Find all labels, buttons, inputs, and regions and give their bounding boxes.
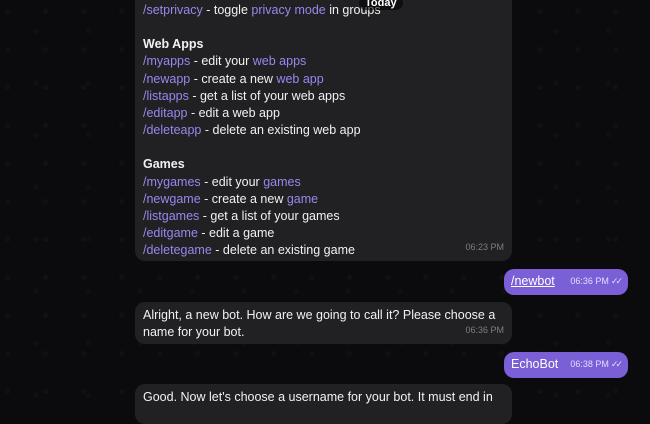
command-line: /newgame - create a new game (143, 191, 502, 208)
section-title-web-apps: Web Apps (143, 37, 204, 52)
message-text: EchoBot (511, 357, 559, 371)
command-link[interactable]: /editgame (143, 226, 198, 240)
message-time-group: 06:38 PM ✓✓ (570, 356, 623, 373)
command-line-setprivacy: /setprivacy - toggle privacy mode in gro… (143, 3, 381, 17)
section-title-games: Games (143, 157, 185, 172)
command-description: - delete an existing game (211, 243, 355, 258)
command-line: /editgame - edit a game (143, 225, 502, 242)
message-time: 06:36 PM (465, 324, 504, 335)
command-description: - edit your (200, 174, 264, 189)
command-description: - edit your (190, 54, 253, 69)
command-line: /newapp - create a new web app (143, 71, 502, 88)
message-time: 06:23 PM (465, 241, 504, 252)
command-line: /listapps - get a list of your web apps (143, 88, 502, 105)
command-description: - create a new (200, 191, 287, 206)
command-line: /deleteapp - delete an existing web app (143, 122, 502, 139)
bot-help-message: /setprivacy - toggle privacy mode in gro… (135, 0, 512, 261)
command-link[interactable]: /newgame (143, 192, 201, 206)
command-link[interactable]: /newbot (511, 274, 555, 288)
bot-message-alright: Alright, a new bot. How are we going to … (135, 302, 512, 344)
command-link[interactable]: /mygames (143, 175, 201, 189)
date-badge: Today (359, 0, 403, 10)
message-text-line: Alright, a new bot. How are we going to … (143, 308, 496, 322)
outgoing-message-echobot: EchoBot 06:38 PM ✓✓ (504, 352, 628, 378)
outgoing-message-newbot: /newbot 06:36 PM ✓✓ (504, 269, 628, 295)
command-description: - delete an existing web app (201, 123, 361, 138)
message-time: 06:38 PM (570, 358, 609, 369)
inline-link[interactable]: web app (276, 72, 323, 86)
inline-link[interactable]: games (263, 175, 301, 189)
command-description: - get a list of your games (199, 209, 340, 224)
command-link[interactable]: /setprivacy (143, 3, 203, 17)
command-link[interactable]: /newapp (143, 72, 190, 86)
double-check-icon: ✓✓ (610, 275, 623, 286)
command-description: - get a list of your web apps (188, 88, 346, 103)
command-link[interactable]: /listapps (143, 89, 189, 103)
double-check-icon: ✓✓ (610, 358, 623, 369)
privacy-mode-link[interactable]: privacy mode (251, 3, 325, 17)
message-text-line: name for your bot. (143, 325, 245, 340)
inline-link[interactable]: web apps (253, 54, 307, 68)
command-line: /editapp - edit a web app (143, 105, 502, 122)
web-apps-command-list: /myapps - edit your web apps/newapp - cr… (143, 53, 502, 139)
command-line: /mygames - edit your games (143, 174, 502, 191)
command-description: - edit a web app (187, 106, 280, 121)
inline-link[interactable]: game (287, 192, 318, 206)
command-link[interactable]: /myapps (143, 54, 190, 68)
command-link[interactable]: /editapp (143, 106, 187, 120)
command-line: /listgames - get a list of your games (143, 208, 502, 225)
command-link[interactable]: /deleteapp (143, 123, 201, 137)
command-link[interactable]: /listgames (143, 209, 199, 223)
command-description: - edit a game (197, 226, 275, 241)
command-description: - create a new (190, 71, 277, 86)
message-text-line: Good. Now let's choose a username for yo… (143, 390, 493, 404)
message-time-group: 06:36 PM ✓✓ (570, 273, 623, 290)
games-command-list: /mygames - edit your games/newgame - cre… (143, 174, 502, 260)
command-line: /deletegame - delete an existing game (143, 242, 502, 259)
message-time: 06:36 PM (570, 275, 609, 286)
bot-message-username: Good. Now let's choose a username for yo… (135, 384, 512, 424)
command-link[interactable]: /deletegame (143, 243, 212, 257)
command-line: /myapps - edit your web apps (143, 53, 502, 70)
